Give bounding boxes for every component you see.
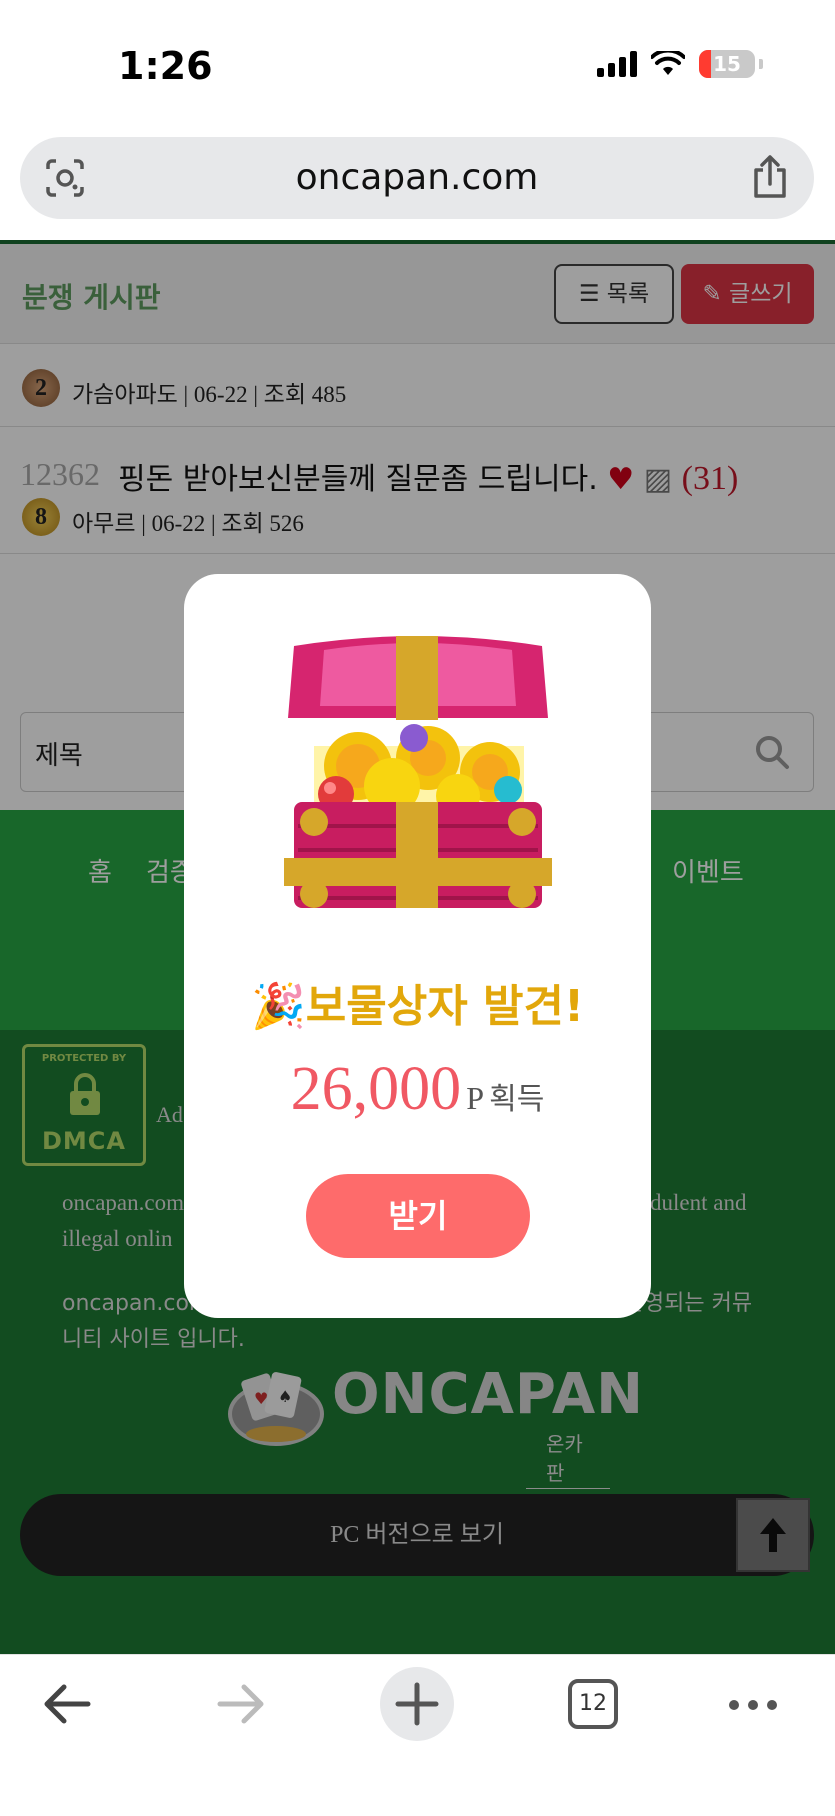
back-arrow-icon[interactable] (40, 1677, 94, 1731)
modal-title: 🎉보물상자 발견! (250, 981, 585, 1032)
battery-level: 15 (713, 52, 741, 76)
status-icons: 15 (597, 50, 763, 78)
wifi-icon (651, 51, 685, 75)
receive-button[interactable]: 받기 (306, 1174, 530, 1258)
address-bar[interactable]: oncapan.com (20, 137, 814, 219)
more-icon[interactable] (728, 1699, 778, 1711)
reward-unit: P (466, 1080, 485, 1116)
status-bar: 1:26 15 (0, 0, 835, 130)
status-time: 1:26 (118, 44, 213, 88)
battery-tip (759, 59, 763, 69)
reward-line: 26,000 P 획득 (184, 1054, 651, 1125)
forward-arrow-icon[interactable] (214, 1677, 268, 1731)
tab-switcher-button[interactable]: 12 (568, 1679, 618, 1729)
url-text[interactable]: oncapan.com (20, 137, 814, 219)
browser-toolbar: 12 (0, 1654, 835, 1816)
new-tab-button[interactable] (380, 1667, 454, 1741)
reward-suffix: 획득 (489, 1082, 545, 1117)
reward-amount: 26,000 (290, 1055, 462, 1123)
plus-icon (395, 1682, 439, 1726)
treasure-chest-icon (284, 636, 552, 908)
treasure-modal: 🎉보물상자 발견! 26,000 P 획득 받기 (184, 574, 651, 1318)
cellular-signal-icon (597, 51, 637, 77)
share-icon[interactable] (750, 154, 790, 200)
battery-icon: 15 (699, 50, 755, 78)
